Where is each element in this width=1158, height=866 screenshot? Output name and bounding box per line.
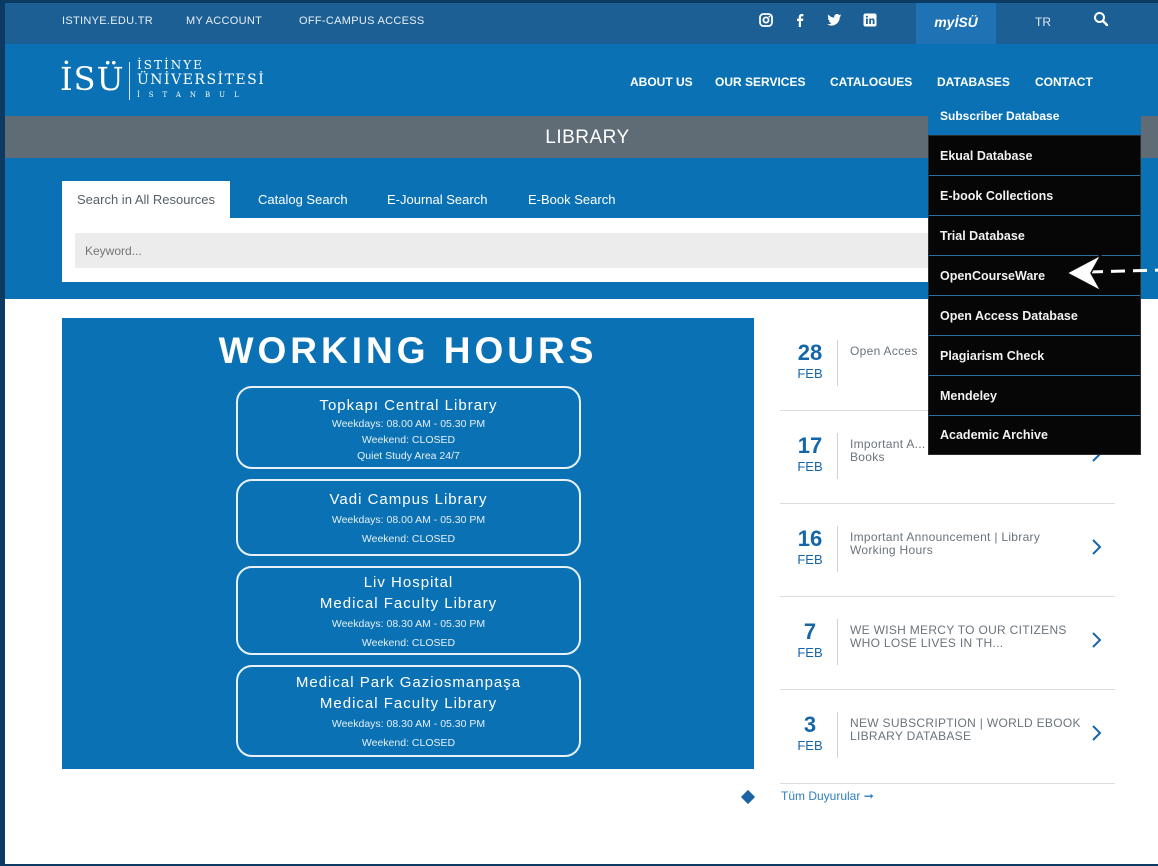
news-month: FEB — [797, 459, 823, 474]
news-title: NEW SUBSCRIPTION | WORLD EBOOK LIBRARY D… — [850, 716, 1081, 743]
logo-divider — [129, 62, 130, 100]
facebook-icon[interactable] — [791, 13, 809, 31]
news-day: 3 — [803, 712, 817, 737]
library-quiet-area: Quiet Study Area 24/7 — [357, 450, 460, 462]
library-name: Topkapı Central Library — [319, 397, 498, 414]
library-hours-weekdays: Weekdays: 08.30 AM - 05.30 PM — [331, 718, 486, 730]
nav-databases[interactable]: DATABASES — [937, 75, 1010, 89]
instagram-icon[interactable] — [757, 13, 775, 31]
pointer-arrow-icon — [1065, 253, 1158, 293]
library-name-line-2: Medical Faculty Library — [319, 695, 498, 712]
tab-e-journal-search[interactable]: E-Journal Search — [372, 181, 502, 218]
page-frame: ISTINYE.EDU.TR MY ACCOUNT OFF-CAMPUS ACC… — [5, 3, 1158, 864]
library-hours-weekdays: Weekdays: 08.00 AM - 05.30 PM — [331, 418, 486, 430]
keyword-input[interactable] — [75, 233, 1075, 268]
dropdown-item-subscriber-database[interactable]: Subscriber Database — [928, 105, 1141, 136]
news-month: FEB — [797, 738, 823, 753]
dropdown-item-academic-archive[interactable]: Academic Archive — [929, 416, 1140, 454]
dropdown-item-trial-database[interactable]: Trial Database — [929, 216, 1140, 256]
dropdown-item-ekual-database[interactable]: Ekual Database — [929, 136, 1140, 176]
nav-about-us[interactable]: ABOUT US — [630, 75, 693, 89]
news-divider — [837, 619, 838, 665]
library-box-topkapi: Topkapı Central Library Weekdays: 08.00 … — [236, 386, 581, 469]
news-day: 17 — [797, 433, 823, 458]
news-day: 16 — [797, 526, 823, 551]
news-divider — [837, 340, 838, 386]
news-item[interactable]: 16 FEB Important Announcement | Library … — [780, 503, 1115, 595]
language-switch[interactable]: TR — [1035, 15, 1051, 29]
news-month: FEB — [797, 645, 823, 660]
logo-line-1: İSTİNYE — [137, 58, 204, 72]
news-divider — [837, 526, 838, 572]
logo-line-2: ÜNİVERSİTESİ — [137, 72, 266, 88]
news-month: FEB — [797, 366, 823, 381]
library-box-vadi: Vadi Campus Library Weekdays: 08.00 AM -… — [236, 479, 581, 556]
news-divider — [780, 783, 1115, 784]
library-name: Vadi Campus Library — [329, 491, 488, 508]
dropdown-item-mendeley[interactable]: Mendeley — [929, 376, 1140, 416]
tab-e-book-search[interactable]: E-Book Search — [513, 181, 630, 218]
istinye-edu-link[interactable]: ISTINYE.EDU.TR — [62, 15, 153, 27]
news-item[interactable]: 3 FEB NEW SUBSCRIPTION | WORLD EBOOK LIB… — [780, 689, 1115, 781]
news-title: WE WISH MERCY TO OUR CITIZENS WHO LOSE L… — [850, 623, 1067, 650]
news-divider — [837, 433, 838, 479]
nav-catalogues[interactable]: CATALOGUES — [830, 75, 912, 89]
library-name: Medical Park Gaziosmanpaşa — [295, 674, 522, 691]
library-box-medical-park: Medical Park Gaziosmanpaşa Medical Facul… — [236, 665, 581, 757]
linkedin-icon[interactable] — [861, 13, 879, 31]
news-day: 7 — [803, 619, 817, 644]
chevron-right-icon[interactable] — [1090, 536, 1104, 558]
tab-search-all-resources[interactable]: Search in All Resources — [62, 181, 231, 218]
news-month: FEB — [797, 552, 823, 567]
working-hours-banner[interactable]: WORKING HOURS Topkapı Central Library We… — [62, 318, 754, 769]
library-hours-weekdays: Weekdays: 08.00 AM - 05.30 PM — [331, 514, 486, 526]
news-day: 28 — [797, 340, 823, 365]
chevron-right-icon[interactable] — [1090, 722, 1104, 744]
library-name: Liv Hospital — [363, 574, 454, 591]
chevron-right-icon[interactable] — [1090, 629, 1104, 651]
library-name-line-2: Medical Faculty Library — [319, 595, 498, 612]
search-icon[interactable] — [1093, 11, 1111, 29]
nav-our-services[interactable]: OUR SERVICES — [715, 75, 805, 89]
dropdown-item-ebook-collections[interactable]: E-book Collections — [929, 176, 1140, 216]
twitter-icon[interactable] — [825, 13, 843, 31]
tab-catalog-search[interactable]: Catalog Search — [243, 181, 363, 218]
logo-line-3: İSTANBUL — [137, 91, 248, 99]
my-account-link[interactable]: MY ACCOUNT — [186, 15, 262, 27]
logo-abbreviation: İSÜ — [60, 60, 125, 98]
dropdown-item-plagiarism-check[interactable]: Plagiarism Check — [929, 336, 1140, 376]
library-box-liv-hospital: Liv Hospital Medical Faculty Library Wee… — [236, 566, 581, 655]
dropdown-item-open-access-database[interactable]: Open Access Database — [929, 296, 1140, 336]
news-item[interactable]: 7 FEB WE WISH MERCY TO OUR CITIZENS WHO … — [780, 596, 1115, 688]
library-hours-weekend: Weekend: CLOSED — [361, 737, 456, 749]
all-announcements-link[interactable]: Tüm Duyurular ➞ — [781, 789, 874, 803]
library-hours-weekdays: Weekdays: 08.30 AM - 05.30 PM — [331, 618, 486, 630]
working-hours-title: WORKING HOURS — [218, 330, 598, 371]
myisu-button[interactable]: myİSÜ — [916, 3, 996, 44]
top-bar: ISTINYE.EDU.TR MY ACCOUNT OFF-CAMPUS ACC… — [5, 3, 1158, 44]
off-campus-access-link[interactable]: OFF-CAMPUS ACCESS — [299, 15, 425, 27]
library-hours-weekend: Weekend: CLOSED — [361, 533, 456, 545]
slider-dot-icon[interactable] — [740, 789, 756, 805]
library-hours-weekend: Weekend: CLOSED — [361, 434, 456, 446]
nav-contact[interactable]: CONTACT — [1035, 75, 1093, 89]
library-hours-weekend: Weekend: CLOSED — [361, 637, 456, 649]
news-title: Important Announcement | Library Working… — [850, 530, 1041, 557]
news-divider — [837, 712, 838, 758]
